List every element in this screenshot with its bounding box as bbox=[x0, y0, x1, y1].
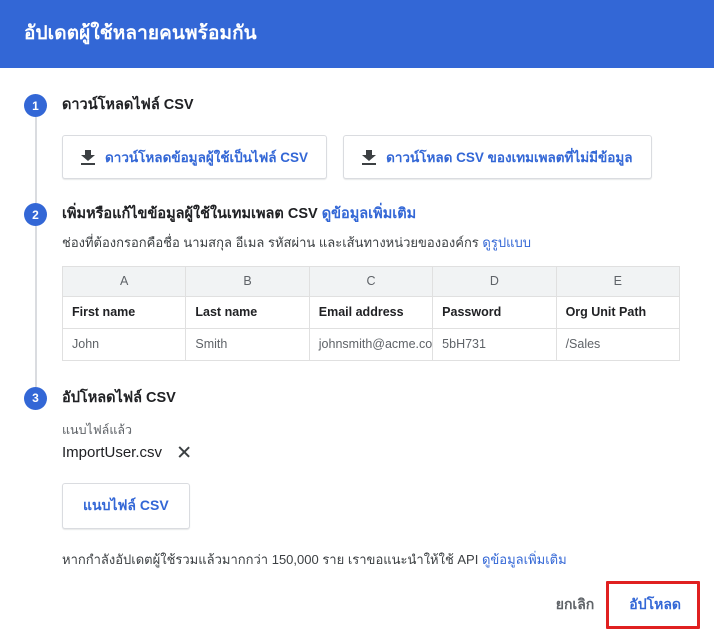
step-1-badge: 1 bbox=[24, 94, 47, 117]
field-name-cell: Password bbox=[432, 295, 557, 329]
sample-cell: johnsmith@acme.com bbox=[308, 327, 434, 361]
attached-file-name: ImportUser.csv bbox=[62, 443, 163, 461]
csv-template-table: A B C D E First name Last name Email add… bbox=[61, 265, 681, 361]
api-note-learn-more-link[interactable]: ดูข้อมูลเพิ่มเติม bbox=[482, 552, 567, 567]
table-row-field-names: First name Last name Email address Passw… bbox=[61, 295, 681, 329]
field-name-cell: Email address bbox=[308, 295, 434, 329]
step-2-rail: 2 bbox=[24, 203, 48, 387]
attach-csv-button[interactable]: แนบไฟล์ CSV bbox=[62, 482, 190, 529]
upload-button[interactable]: อัปโหลด bbox=[617, 586, 693, 624]
column-letter-cell: A bbox=[61, 265, 187, 297]
dialog-footer: ยกเลิก อัปโหลด bbox=[0, 579, 714, 635]
csv-template-table-wrap: A B C D E First name Last name Email add… bbox=[61, 265, 690, 387]
step-2-description-text: ช่องที่ต้องกรอกคือชื่อ นามสกุล อีเมล รหั… bbox=[62, 235, 479, 250]
field-name-cell: Last name bbox=[185, 295, 310, 329]
api-recommendation-note: หากกำลังอัปเดตผู้ใช้รวมแล้วมากกว่า 150,0… bbox=[62, 551, 690, 569]
step-connector-line bbox=[35, 226, 37, 387]
table-row-sample: John Smith johnsmith@acme.com 5bH731 /Sa… bbox=[61, 327, 681, 361]
step-1: 1 ดาวน์โหลดไฟล์ CSV ดาวน์โหลดข้อมูลผู้ใช… bbox=[24, 94, 690, 203]
step-2-learn-more-link[interactable]: ดูข้อมูลเพิ่มเติม bbox=[322, 206, 416, 222]
download-button-row: ดาวน์โหลดข้อมูลผู้ใช้เป็นไฟล์ CSV ดาวน์โ… bbox=[62, 135, 690, 203]
upload-button-highlight: อัปโหลด bbox=[606, 581, 700, 629]
column-letter-cell: C bbox=[308, 265, 434, 297]
download-icon bbox=[81, 149, 95, 165]
column-letter-cell: D bbox=[432, 265, 557, 297]
dialog-header: อัปเดตผู้ใช้หลายคนพร้อมกัน bbox=[0, 0, 714, 68]
sample-cell: 5bH731 bbox=[432, 327, 557, 361]
step-connector-line bbox=[35, 117, 37, 203]
attached-file-label: แนบไฟล์แล้ว bbox=[62, 422, 133, 437]
step-3: 3 อัปโหลดไฟล์ CSV แนบไฟล์แล้ว ImportUser… bbox=[24, 386, 690, 569]
dialog-body: 1 ดาวน์โหลดไฟล์ CSV ดาวน์โหลดข้อมูลผู้ใช… bbox=[0, 68, 714, 569]
step-2-format-link[interactable]: ดูรูปแบบ bbox=[482, 235, 531, 250]
step-1-rail: 1 bbox=[24, 94, 48, 203]
step-3-badge: 3 bbox=[24, 386, 47, 410]
step-2-badge: 2 bbox=[24, 203, 47, 226]
download-user-data-csv-label: ดาวน์โหลดข้อมูลผู้ใช้เป็นไฟล์ CSV bbox=[105, 150, 309, 165]
column-letter-cell: E bbox=[555, 265, 681, 297]
sample-cell: Smith bbox=[185, 327, 310, 361]
page-title: อัปเดตผู้ใช้หลายคนพร้อมกัน bbox=[24, 22, 257, 44]
download-blank-template-csv-button[interactable]: ดาวน์โหลด CSV ของเทมเพลตที่ไม่มีข้อมูล bbox=[343, 135, 652, 179]
step-2-heading: เพิ่มหรือแก้ไขข้อมูลผู้ใช้ในเทมเพลต CSV … bbox=[62, 203, 690, 226]
cancel-button[interactable]: ยกเลิก bbox=[544, 586, 607, 624]
step-1-heading: ดาวน์โหลดไฟล์ CSV bbox=[62, 97, 194, 113]
field-name-cell: First name bbox=[61, 295, 187, 329]
column-letter-cell: B bbox=[185, 265, 310, 297]
step-3-heading: อัปโหลดไฟล์ CSV bbox=[62, 389, 176, 406]
close-icon[interactable] bbox=[176, 444, 192, 460]
field-name-cell: Org Unit Path bbox=[555, 295, 681, 329]
api-note-text: หากกำลังอัปเดตผู้ใช้รวมแล้วมากกว่า 150,0… bbox=[62, 551, 479, 567]
step-3-rail: 3 bbox=[24, 386, 48, 569]
sample-cell: John bbox=[61, 327, 187, 361]
download-blank-template-csv-label: ดาวน์โหลด CSV ของเทมเพลตที่ไม่มีข้อมูล bbox=[386, 150, 633, 165]
step-2-description: ช่องที่ต้องกรอกคือชื่อ นามสกุล อีเมล รหั… bbox=[62, 234, 690, 252]
table-row-column-letters: A B C D E bbox=[61, 265, 681, 297]
step-2: 2 เพิ่มหรือแก้ไขข้อมูลผู้ใช้ในเทมเพลต CS… bbox=[24, 203, 690, 387]
sample-cell: /Sales bbox=[555, 327, 681, 361]
download-icon bbox=[362, 149, 377, 165]
attached-file-row: ImportUser.csv bbox=[62, 444, 690, 461]
download-user-data-csv-button[interactable]: ดาวน์โหลดข้อมูลผู้ใช้เป็นไฟล์ CSV bbox=[62, 135, 328, 179]
step-2-heading-text: เพิ่มหรือแก้ไขข้อมูลผู้ใช้ในเทมเพลต CSV bbox=[62, 206, 318, 222]
